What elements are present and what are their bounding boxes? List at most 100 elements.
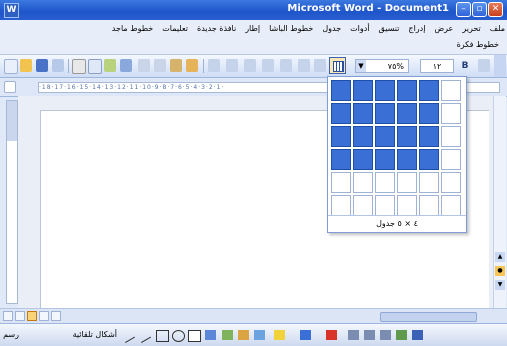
table-grid-cell-selected[interactable] [397, 103, 417, 124]
autoshapes-menu-button[interactable]: أشكال تلقائية [73, 330, 117, 339]
wordart-icon[interactable] [205, 330, 216, 340]
cut-icon[interactable] [138, 59, 150, 72]
bold-button[interactable]: B [458, 59, 472, 73]
table-grid-cell-selected[interactable] [331, 149, 351, 170]
print-preview-icon[interactable] [88, 59, 102, 74]
clip-art-icon[interactable] [238, 330, 249, 340]
table-grid-cell-selected[interactable] [353, 149, 373, 170]
font-color-icon[interactable] [326, 330, 337, 340]
close-button[interactable]: ✕ [488, 2, 503, 17]
diagram-icon[interactable] [222, 330, 233, 340]
permission-icon[interactable] [52, 59, 64, 72]
menu-item[interactable]: عرض [434, 24, 453, 33]
browse-object-icon[interactable]: ● [495, 266, 505, 276]
table-grid-cell-selected[interactable] [331, 103, 351, 124]
vertical-ruler[interactable] [6, 100, 18, 304]
undo-icon[interactable] [208, 59, 220, 72]
3d-style-icon[interactable] [412, 330, 423, 340]
save-icon[interactable] [36, 59, 48, 72]
table-grid-cell[interactable] [419, 195, 439, 216]
new-document-icon[interactable] [4, 59, 18, 74]
picture-icon[interactable] [254, 330, 265, 340]
insert-excel-icon[interactable] [280, 59, 292, 72]
table-grid-cell-selected[interactable] [375, 126, 395, 147]
table-grid-cell[interactable] [375, 172, 395, 193]
table-grid-cell-selected[interactable] [419, 80, 439, 101]
menu-item[interactable]: خطوط ماجد [112, 24, 153, 33]
menu-item[interactable]: ملف [490, 24, 505, 33]
menu-item[interactable]: نافذة جديدة [197, 24, 236, 33]
tables-borders-icon[interactable] [262, 59, 274, 72]
draw-menu-button[interactable]: رسم [3, 330, 19, 339]
redo-icon[interactable] [226, 59, 238, 72]
tab-selector-icon[interactable] [4, 81, 16, 93]
table-grid-cell-selected[interactable] [353, 103, 373, 124]
table-grid-cell[interactable] [375, 195, 395, 216]
fill-color-icon[interactable] [274, 330, 285, 340]
oval-icon[interactable] [172, 330, 185, 342]
menu-item[interactable]: تنسيق [379, 24, 400, 33]
line-icon[interactable] [119, 327, 136, 344]
arrow-icon[interactable] [135, 327, 152, 344]
table-grid-cell-selected[interactable] [419, 126, 439, 147]
table-grid-cell[interactable] [441, 149, 461, 170]
toolbar-options-icon[interactable] [494, 55, 506, 77]
open-folder-icon[interactable] [20, 59, 32, 72]
next-page-icon[interactable]: ▼ [495, 280, 505, 290]
chevron-down-icon[interactable]: ▼ [356, 60, 366, 72]
table-grid-cell-selected[interactable] [375, 80, 395, 101]
hyperlink-icon[interactable] [244, 59, 256, 72]
word-app-icon[interactable]: W [4, 3, 19, 18]
table-grid-cell-selected[interactable] [331, 80, 351, 101]
table-grid-cell[interactable] [441, 80, 461, 101]
table-grid-cell-selected[interactable] [397, 126, 417, 147]
horizontal-scroll-thumb[interactable] [380, 312, 477, 322]
line-color-icon[interactable] [300, 330, 311, 340]
table-grid-cell-selected[interactable] [375, 103, 395, 124]
outline-view-icon[interactable] [39, 311, 49, 321]
align-icon[interactable] [478, 59, 490, 72]
table-grid-cell-selected[interactable] [331, 126, 351, 147]
menu-item[interactable]: تحرير [462, 24, 480, 33]
copy-icon[interactable] [154, 59, 166, 72]
table-grid[interactable] [331, 80, 461, 216]
drawing-icon[interactable] [314, 59, 326, 72]
table-grid-cell[interactable] [331, 195, 351, 216]
table-grid-cell[interactable] [441, 195, 461, 216]
menu-item[interactable]: خطوط الباشا [269, 24, 313, 33]
text-box-icon[interactable] [188, 330, 201, 342]
line-style-icon[interactable] [348, 330, 359, 340]
table-grid-cell[interactable] [397, 172, 417, 193]
vertical-scrollbar[interactable]: ▲ ● ▼ [493, 96, 506, 308]
spelling-icon[interactable] [104, 59, 116, 72]
menu-item[interactable]: أدوات [350, 24, 369, 33]
menu-item-extra[interactable]: خطوط فكرة [457, 40, 499, 49]
table-grid-cell[interactable] [441, 126, 461, 147]
restore-button[interactable]: ▫ [472, 2, 487, 17]
web-layout-icon[interactable] [15, 311, 25, 321]
menu-item[interactable]: تعليمات [162, 24, 188, 33]
table-grid-cell[interactable] [331, 172, 351, 193]
arrow-style-icon[interactable] [380, 330, 391, 340]
table-grid-cell-selected[interactable] [419, 103, 439, 124]
columns-icon[interactable] [298, 59, 310, 72]
table-grid-cell[interactable] [419, 172, 439, 193]
table-grid-cell[interactable] [441, 172, 461, 193]
table-grid-cell-selected[interactable] [353, 80, 373, 101]
menu-item[interactable]: جدول [322, 24, 341, 33]
shadow-style-icon[interactable] [396, 330, 407, 340]
horizontal-scrollbar[interactable] [0, 308, 507, 323]
print-layout-icon[interactable] [27, 311, 37, 321]
menu-item[interactable]: إطار [245, 24, 260, 33]
table-grid-cell-selected[interactable] [419, 149, 439, 170]
table-grid-cell[interactable] [441, 103, 461, 124]
research-icon[interactable] [120, 59, 132, 72]
reading-layout-icon[interactable] [51, 311, 61, 321]
print-icon[interactable] [72, 59, 86, 74]
font-size-select[interactable]: ١٢ [420, 59, 454, 73]
menu-item[interactable]: إدراج [408, 24, 425, 33]
insert-table-button[interactable] [329, 57, 346, 74]
previous-page-icon[interactable]: ▲ [495, 252, 505, 262]
table-grid-cell-selected[interactable] [397, 149, 417, 170]
format-painter-icon[interactable] [186, 59, 198, 72]
